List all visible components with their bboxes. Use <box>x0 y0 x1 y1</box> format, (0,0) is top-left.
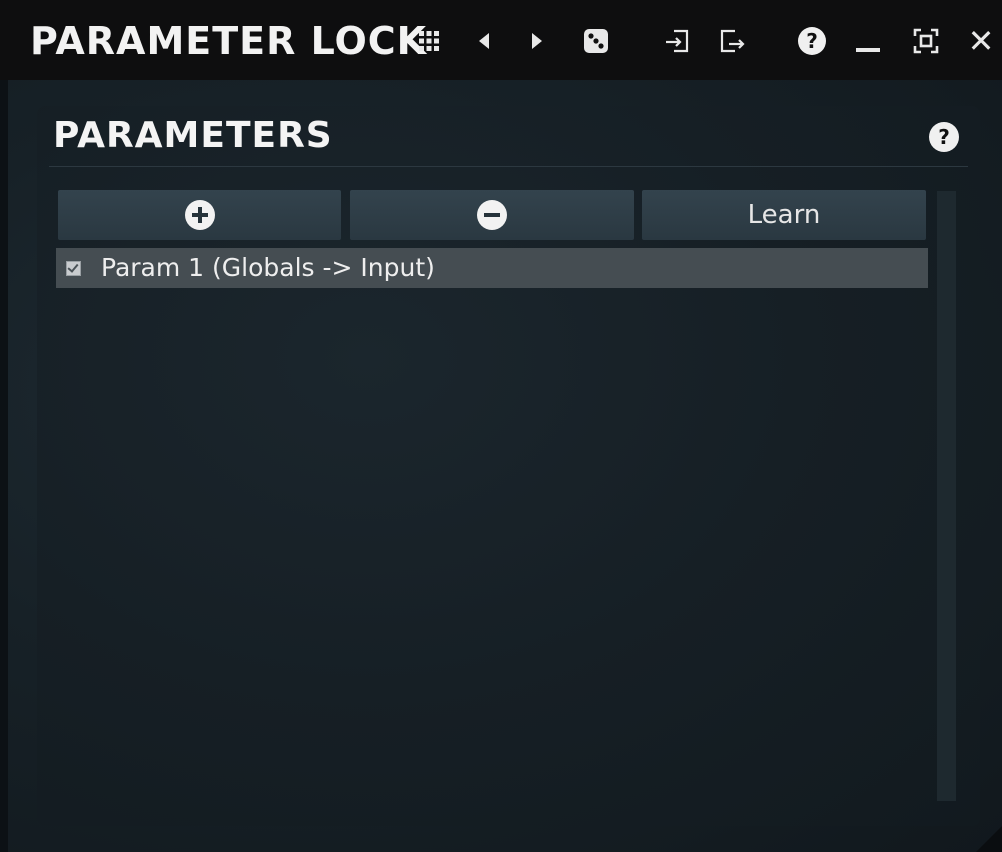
parameter-lock-window: PARAMETER LOCK ? ✕ PARAMETERS ? Learn Pa… <box>0 0 1002 852</box>
remove-parameter-button[interactable] <box>350 190 634 240</box>
randomize-dice-icon[interactable] <box>580 25 612 57</box>
list-item[interactable]: Param 1 (Globals -> Input) <box>56 248 928 288</box>
grid-menu-icon[interactable] <box>413 25 445 57</box>
list-item-label: Param 1 (Globals -> Input) <box>101 253 435 282</box>
export-icon[interactable] <box>716 25 748 57</box>
close-icon[interactable]: ✕ <box>965 25 997 57</box>
panel-divider <box>49 166 968 167</box>
import-icon[interactable] <box>661 25 693 57</box>
minimize-icon[interactable] <box>852 25 884 57</box>
title-bar: PARAMETER LOCK ? ✕ <box>0 0 1002 80</box>
add-parameter-button[interactable] <box>58 190 341 240</box>
previous-preset-icon[interactable] <box>468 25 500 57</box>
resize-grip-icon[interactable] <box>976 826 1002 852</box>
fullscreen-icon[interactable] <box>910 25 942 57</box>
help-icon[interactable]: ? <box>796 25 828 57</box>
panel-help-icon[interactable]: ? <box>929 122 959 152</box>
window-title: PARAMETER LOCK <box>30 19 428 63</box>
plus-circle-icon <box>184 200 215 230</box>
panel-title: PARAMETERS <box>53 115 333 156</box>
learn-button[interactable]: Learn <box>642 190 926 240</box>
enabled-checkbox[interactable] <box>66 261 81 276</box>
minus-circle-icon <box>477 200 507 230</box>
next-preset-icon[interactable] <box>521 25 553 57</box>
help-icon-glyph: ? <box>806 29 818 53</box>
list-scrollbar[interactable] <box>937 191 956 801</box>
